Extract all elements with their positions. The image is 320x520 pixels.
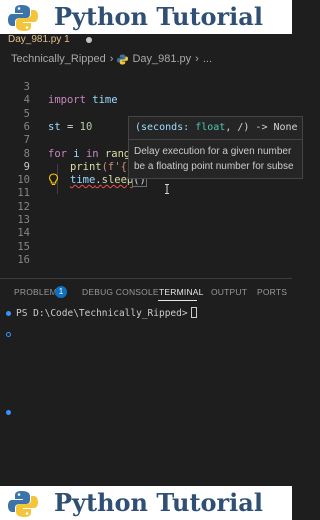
breadcrumb-folder[interactable]: Technically_Ripped <box>11 53 106 65</box>
problems-badge: 1 <box>55 286 67 298</box>
line-number-active: 9 <box>23 160 30 173</box>
lightbulb-icon[interactable] <box>48 173 59 186</box>
assign-operator: = <box>60 120 80 133</box>
unsaved-dot-icon[interactable] <box>86 37 92 43</box>
line-number: 14 <box>17 227 30 240</box>
banner-title: Python Tutorial <box>54 488 263 517</box>
hover-tooltip: (seconds: float, /) -> None Delay execut… <box>128 116 303 179</box>
terminal-cursor <box>190 307 197 318</box>
line-number: 11 <box>17 187 30 200</box>
tab-debug-console[interactable]: DEBUG CONSOLE <box>82 287 159 297</box>
function-print: print <box>70 160 102 173</box>
terminal-prompt: PS D:\Code\Technically_Ripped> <box>16 308 188 319</box>
signature-open: (seconds: <box>135 122 196 133</box>
tooltip-signature: (seconds: float, /) -> None <box>135 121 298 135</box>
bottom-panel: PROBLEMS 1 DEBUG CONSOLE TERMINAL OUTPUT… <box>0 278 292 486</box>
python-logo-icon <box>8 5 38 31</box>
object-time: time <box>70 174 96 187</box>
line-number: 7 <box>23 134 30 147</box>
variable-i: i <box>73 147 80 160</box>
tab-terminal[interactable]: TERMINAL <box>159 287 204 297</box>
signature-type: float <box>195 122 226 133</box>
line-number: 13 <box>17 214 30 226</box>
variable-st: st <box>48 120 61 133</box>
tab-output[interactable]: OUTPUT <box>211 287 247 297</box>
keyword-import: import <box>48 94 86 107</box>
signature-rest: , /) -> None <box>225 122 298 133</box>
tooltip-divider <box>129 139 302 140</box>
number-literal: 10 <box>79 120 93 133</box>
tooltip-doc: Delay execution for a given number be a … <box>134 144 294 174</box>
tooltip-doc-line: Delay execution for a given number <box>134 146 292 157</box>
breadcrumb: Technically_Ripped › Day_981.py › ... <box>11 52 212 66</box>
keyword-in: in <box>85 147 99 160</box>
terminal-command-decoration[interactable] <box>6 311 11 316</box>
banner-title: Python Tutorial <box>54 2 263 31</box>
line-number: 5 <box>23 107 30 120</box>
editor-tab-bar: Day_981.py 1 <box>0 34 292 48</box>
terminal-command-decoration[interactable] <box>6 410 11 415</box>
python-file-icon <box>117 53 129 65</box>
chevron-right-icon: › <box>109 53 114 65</box>
module-name: time <box>92 94 118 107</box>
line-number: 4 <box>23 94 30 107</box>
code-editor: Day_981.py 1 Technically_Ripped › Day_98… <box>0 34 303 486</box>
bottom-banner: Python Tutorial <box>0 486 292 520</box>
python-logo-icon <box>8 491 38 517</box>
line-number: 8 <box>23 147 30 160</box>
line-number: 6 <box>23 120 30 133</box>
line-number: 3 <box>23 81 30 93</box>
keyword-for: for <box>48 147 67 160</box>
terminal-command-decoration[interactable] <box>6 332 11 337</box>
line-number: 16 <box>17 253 30 266</box>
panel-tabs: PROBLEMS 1 DEBUG CONSOLE TERMINAL OUTPUT… <box>0 285 292 301</box>
active-tab-indicator <box>158 300 197 301</box>
tooltip-doc-line: be a floating point number for subse <box>134 161 294 172</box>
tab-ports[interactable]: PORTS <box>257 287 287 297</box>
breadcrumb-file[interactable]: Day_981.py <box>132 53 191 65</box>
mouse-cursor-icon <box>165 184 169 194</box>
top-banner: Python Tutorial <box>0 0 292 34</box>
line-number: 12 <box>17 200 30 213</box>
code-line-import: import time <box>48 93 118 107</box>
terminal-prompt-line[interactable]: PS D:\Code\Technically_Ripped> <box>16 307 197 321</box>
tab-filename[interactable]: Day_981.py 1 <box>8 34 70 45</box>
line-number: 10 <box>17 174 30 187</box>
line-number: 15 <box>17 240 30 253</box>
chevron-right-icon: › <box>195 53 199 65</box>
breadcrumb-more[interactable]: ... <box>203 53 212 65</box>
code-line-assign: st = 10 <box>48 120 92 134</box>
